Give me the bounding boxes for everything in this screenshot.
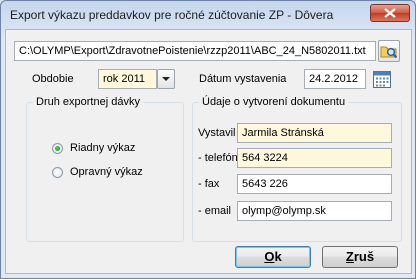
udaje-group-title: Údaje o vytvorení dokumentu xyxy=(199,96,349,108)
vystavil-label: Vystavil xyxy=(198,127,236,139)
close-icon xyxy=(384,8,396,18)
obdobie-label: Obdobie xyxy=(32,73,74,85)
email-input[interactable]: olymp@olymp.sk xyxy=(237,201,392,221)
radio-opravny-label: Opravný výkaz xyxy=(70,166,143,178)
radio-riadny-label: Riadny výkaz xyxy=(70,142,136,154)
fax-label: - fax xyxy=(198,178,220,190)
radio-riadny[interactable]: Riadny výkaz xyxy=(52,142,135,154)
ok-accel: O xyxy=(264,249,275,264)
datum-label: Dátum vystavenia xyxy=(199,73,287,85)
dialog-window: Export výkazu preddavkov pre ročné zúčto… xyxy=(0,0,416,279)
fax-input[interactable]: 5643 226 xyxy=(237,174,392,194)
radio-opravny[interactable]: Opravný výkaz xyxy=(52,166,143,178)
radio-opravny-indicator[interactable] xyxy=(52,166,63,178)
cancel-button[interactable]: Zruš xyxy=(322,246,398,268)
dialog-body: C:\OLYMP\Export\ZdravotnePoistenie\rzzp2… xyxy=(5,29,412,274)
druh-group: Druh exportnej dávky Riadny výkaz Opravn… xyxy=(26,96,184,242)
calendar-icon xyxy=(373,71,391,88)
ok-button[interactable]: Ok xyxy=(235,246,311,268)
folder-search-icon xyxy=(380,46,398,59)
obdobie-select[interactable]: rok 2011 xyxy=(98,69,157,89)
window-title: Export výkazu preddavkov pre ročné zúčto… xyxy=(10,8,334,22)
druh-group-title: Druh exportnej dávky xyxy=(33,96,143,108)
file-path-input[interactable]: C:\OLYMP\Export\ZdravotnePoistenie\rzzp2… xyxy=(14,41,376,61)
udaje-group: Údaje o vytvorení dokumentu Vystavil Jar… xyxy=(192,96,402,242)
datum-input[interactable]: 24.2.2012 xyxy=(304,69,366,89)
cancel-accel: Z xyxy=(345,249,354,264)
cancel-label: ruš xyxy=(353,249,375,264)
radio-riadny-indicator[interactable] xyxy=(52,142,63,154)
calendar-button[interactable] xyxy=(372,69,392,89)
obdobie-dropdown-button[interactable] xyxy=(157,69,175,89)
browse-button[interactable] xyxy=(378,40,400,62)
title-bar[interactable]: Export výkazu preddavkov pre ročné zúčto… xyxy=(1,1,415,28)
chevron-down-icon xyxy=(162,77,170,81)
vystavil-input[interactable]: Jarmila Stránská xyxy=(237,123,392,143)
telefon-input[interactable]: 564 3224 xyxy=(237,148,392,168)
close-button[interactable] xyxy=(370,4,410,22)
ok-label: k xyxy=(274,249,282,264)
email-label: - email xyxy=(198,205,232,217)
telefon-label: - telefón xyxy=(198,152,238,164)
